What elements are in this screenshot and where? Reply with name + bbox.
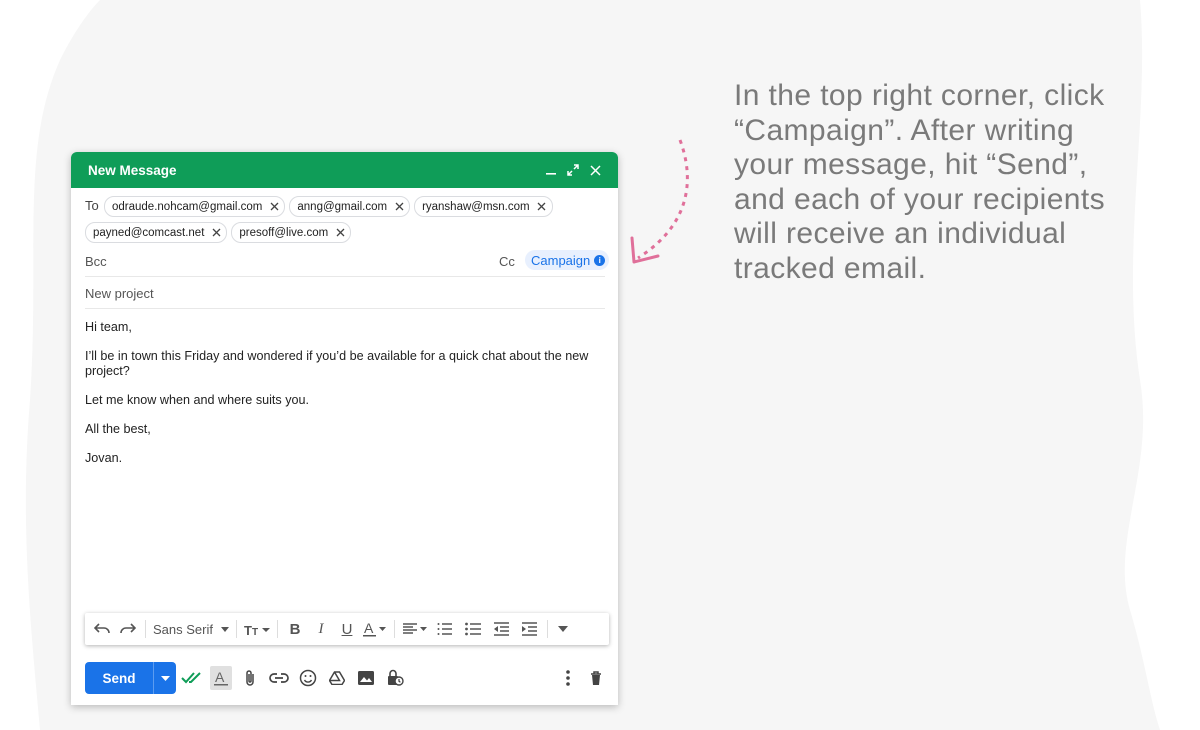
- attach-file-icon[interactable]: [239, 666, 261, 690]
- font-family-select[interactable]: Sans Serif: [150, 617, 232, 641]
- body-line: Let me know when and where suits you.: [85, 393, 310, 407]
- undo-icon[interactable]: [89, 617, 115, 641]
- tracking-check-icon[interactable]: [181, 666, 203, 690]
- pointer-arrow-icon: [630, 139, 689, 264]
- bold-icon[interactable]: B: [282, 617, 308, 641]
- svg-text:T: T: [252, 627, 258, 636]
- bcc-row: Bcc Cc Campaign i: [85, 248, 610, 277]
- to-label: To: [85, 198, 99, 213]
- cc-link[interactable]: Cc: [499, 254, 515, 269]
- insert-photo-icon[interactable]: [355, 666, 377, 690]
- formatting-options-icon[interactable]: A: [210, 666, 232, 690]
- toolbar-divider: [546, 620, 548, 638]
- google-drive-icon[interactable]: [326, 666, 348, 690]
- indent-less-icon[interactable]: [487, 617, 515, 641]
- subject-field[interactable]: New project: [85, 280, 605, 309]
- recipient-chip[interactable]: presoff@live.com: [231, 222, 352, 243]
- remove-recipient-icon[interactable]: [536, 201, 548, 213]
- recipient-chip[interactable]: anng@gmail.com: [289, 196, 411, 217]
- underline-icon[interactable]: U: [334, 617, 360, 641]
- more-options-icon[interactable]: [557, 666, 579, 690]
- remove-recipient-icon[interactable]: [268, 201, 280, 213]
- body-paragraph: I’ll be in town this Friday and wondered…: [85, 349, 589, 378]
- insert-emoji-icon[interactable]: [297, 666, 319, 690]
- recipient-chip[interactable]: payned@comcast.net: [85, 222, 228, 243]
- compose-header: New Message: [71, 152, 618, 188]
- recipient-email: odraude.nohcam@gmail.com: [112, 200, 263, 213]
- remove-recipient-icon[interactable]: [334, 227, 346, 239]
- indent-more-icon[interactable]: [515, 617, 543, 641]
- recipient-chips-row-2: payned@comcast.net presoff@live.com: [85, 222, 352, 243]
- subject-text: New project: [85, 286, 154, 301]
- compose-right-icons: [557, 666, 607, 690]
- compose-title: New Message: [88, 162, 177, 178]
- numbered-list-icon[interactable]: [431, 617, 459, 641]
- toolbar-divider: [393, 620, 395, 638]
- bulleted-list-icon[interactable]: [459, 617, 487, 641]
- recipient-chips-row-1: odraude.nohcam@gmail.com anng@gmail.com …: [104, 196, 553, 217]
- confidential-mode-icon[interactable]: [384, 666, 406, 690]
- remove-recipient-icon[interactable]: [393, 201, 405, 213]
- toolbar-divider: [276, 620, 278, 638]
- expand-icon[interactable]: [562, 159, 584, 181]
- body-greeting: Hi team,: [85, 320, 132, 334]
- instruction-text: In the top right corner, click “Campaign…: [734, 79, 1106, 285]
- discard-draft-icon[interactable]: [585, 666, 607, 690]
- remove-recipient-icon[interactable]: [210, 227, 222, 239]
- font-size-icon[interactable]: TT: [241, 617, 273, 641]
- message-body[interactable]: Hi team, I’ll be in town this Friday and…: [85, 320, 600, 480]
- formatting-toolbar: Sans Serif TT B I U A: [85, 613, 609, 645]
- campaign-label: Campaign: [531, 252, 591, 268]
- body-closing: All the best,: [85, 422, 151, 436]
- send-options-dropdown[interactable]: [153, 662, 176, 694]
- toolbar-divider: [235, 620, 237, 638]
- bcc-link[interactable]: Bcc: [85, 254, 107, 269]
- toolbar-divider: [145, 620, 146, 638]
- close-icon[interactable]: [584, 159, 606, 181]
- recipient-chip[interactable]: ryanshaw@msn.com: [414, 196, 553, 217]
- font-family-label: Sans Serif: [153, 621, 213, 637]
- recipient-email: ryanshaw@msn.com: [422, 200, 530, 213]
- recipient-chip[interactable]: odraude.nohcam@gmail.com: [104, 196, 286, 217]
- italic-icon[interactable]: I: [308, 617, 334, 641]
- insert-link-icon[interactable]: [268, 666, 290, 690]
- body-signature: Jovan.: [85, 451, 123, 465]
- svg-text:A: A: [215, 669, 225, 685]
- svg-text:A: A: [364, 621, 374, 636]
- send-button[interactable]: Send: [85, 662, 153, 694]
- redo-icon[interactable]: [115, 617, 141, 641]
- info-icon: i: [594, 254, 606, 266]
- compose-window: New Message To odraude.nohcam@gmail.com …: [71, 152, 618, 705]
- send-button-group: Send: [85, 662, 176, 694]
- campaign-button[interactable]: Campaign i: [525, 250, 610, 270]
- recipient-email: payned@comcast.net: [93, 226, 205, 239]
- minimize-icon[interactable]: [540, 159, 562, 181]
- recipient-email: anng@gmail.com: [297, 200, 388, 213]
- recipient-email: presoff@live.com: [239, 226, 329, 239]
- text-color-icon[interactable]: A: [360, 617, 390, 641]
- align-icon[interactable]: [399, 617, 431, 641]
- more-formatting-icon[interactable]: [552, 617, 574, 641]
- svg-text:T: T: [244, 623, 252, 636]
- compose-bottom-icons: A: [181, 666, 406, 690]
